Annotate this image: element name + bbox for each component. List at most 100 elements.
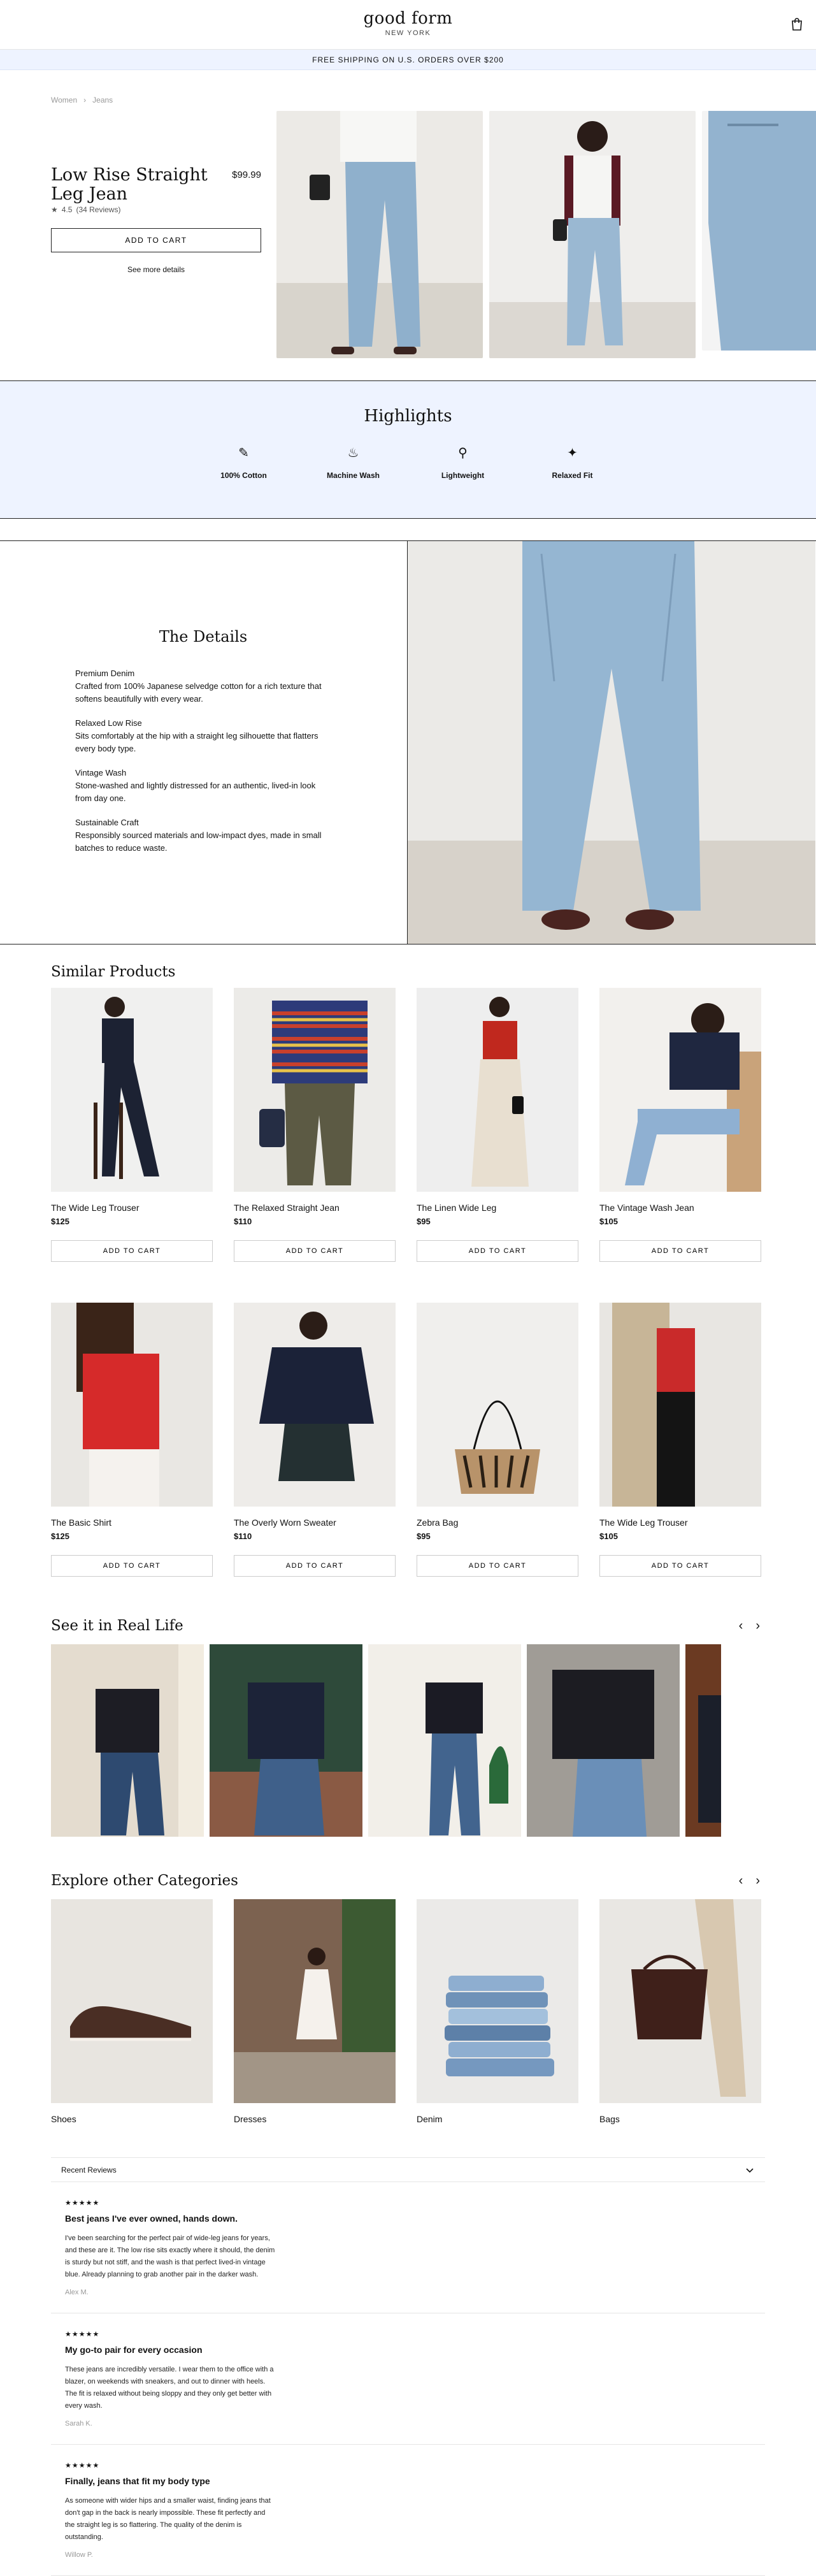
- product-card[interactable]: The Wide Leg Trouser $125 ADD TO CART: [51, 988, 213, 1262]
- reviews-title: Recent Reviews: [61, 2165, 117, 2174]
- add-to-cart-button[interactable]: ADD TO CART: [51, 228, 261, 252]
- category-card-dresses[interactable]: Dresses: [234, 1899, 396, 2124]
- real-life-photo[interactable]: [51, 1644, 204, 1837]
- review-author: Sarah K.: [65, 2420, 92, 2428]
- product-name[interactable]: The Relaxed Straight Jean: [234, 1203, 396, 1213]
- product-image[interactable]: [417, 988, 578, 1192]
- product-name[interactable]: The Wide Leg Trouser: [51, 1203, 213, 1213]
- category-card-denim[interactable]: Denim: [417, 1899, 578, 2124]
- shopping-bag-icon[interactable]: [789, 17, 805, 32]
- review-body: As someone with wider hips and a smaller…: [65, 2497, 271, 2541]
- product-rating[interactable]: ★ 4.5 (34 Reviews): [51, 205, 261, 214]
- highlights-title: Highlights: [364, 407, 452, 426]
- product-image[interactable]: [599, 988, 761, 1192]
- chevron-right-icon[interactable]: ›: [755, 1874, 760, 1888]
- star-icon: ★: [51, 205, 58, 214]
- rating-value: 4.5: [61, 205, 73, 214]
- review-author: Alex M.: [65, 2289, 89, 2296]
- product-image[interactable]: [234, 1303, 396, 1507]
- review-body: I've been searching for the perfect pair…: [65, 2234, 275, 2278]
- product-image[interactable]: [234, 988, 396, 1192]
- product-card[interactable]: Zebra Bag $95 ADD TO CART: [417, 1303, 578, 1577]
- highlight-label: Lightweight: [441, 471, 485, 480]
- breadcrumb-separator-icon: ›: [83, 96, 87, 105]
- brand-name: good form: [363, 9, 453, 28]
- detail-heading: Sustainable Craft: [75, 818, 139, 827]
- add-to-cart-button[interactable]: ADD TO CART: [417, 1240, 578, 1262]
- breadcrumb-women[interactable]: Women: [51, 96, 77, 105]
- chevron-down-icon[interactable]: [745, 2165, 755, 2175]
- review-item: ★★★★★ Best jeans I've ever owned, hands …: [51, 2182, 765, 2313]
- real-life-section: See it in Real Life ‹ ›: [0, 1617, 816, 1837]
- product-image[interactable]: [51, 1303, 213, 1507]
- product-card[interactable]: The Basic Shirt $125 ADD TO CART: [51, 1303, 213, 1577]
- real-life-photo[interactable]: [210, 1644, 362, 1837]
- real-life-carousel: [51, 1644, 816, 1837]
- add-to-cart-button[interactable]: ADD TO CART: [234, 1555, 396, 1577]
- add-to-cart-button[interactable]: ADD TO CART: [599, 1240, 761, 1262]
- category-card-shoes[interactable]: Shoes: [51, 1899, 213, 2124]
- review-count: (34 Reviews): [76, 205, 121, 214]
- product-name[interactable]: The Wide Leg Trouser: [599, 1517, 761, 1528]
- real-life-photo[interactable]: [685, 1644, 721, 1837]
- product-card[interactable]: The Relaxed Straight Jean $110 ADD TO CA…: [234, 988, 396, 1262]
- category-label: Shoes: [51, 2114, 76, 2124]
- product-name[interactable]: The Overly Worn Sweater: [234, 1517, 396, 1528]
- categories-section: Explore other Categories ‹ › Shoes Dress…: [0, 1872, 816, 2124]
- product-image-front[interactable]: [276, 111, 483, 358]
- chevron-left-icon[interactable]: ‹: [739, 1874, 743, 1888]
- product-price: $95: [417, 1217, 431, 1226]
- product-card[interactable]: The Linen Wide Leg $95 ADD TO CART: [417, 988, 578, 1262]
- product-name[interactable]: The Linen Wide Leg: [417, 1203, 578, 1213]
- add-to-cart-button[interactable]: ADD TO CART: [599, 1555, 761, 1577]
- product-image[interactable]: [417, 1303, 578, 1507]
- product-image-model[interactable]: [489, 111, 696, 358]
- real-life-photo[interactable]: [527, 1644, 680, 1837]
- brand-logo[interactable]: good form NEW YORK: [0, 9, 816, 37]
- review-title: Finally, jeans that fit my body type: [65, 2476, 210, 2486]
- detail-text: Stone-washed and lightly distressed for …: [75, 781, 316, 803]
- category-card-bags[interactable]: Bags: [599, 1899, 761, 2124]
- real-life-photo[interactable]: [368, 1644, 521, 1837]
- add-to-cart-button[interactable]: ADD TO CART: [51, 1555, 213, 1577]
- product-card[interactable]: The Overly Worn Sweater $110 ADD TO CART: [234, 1303, 396, 1577]
- product-name[interactable]: The Basic Shirt: [51, 1517, 213, 1528]
- highlight-lightweight: ⚲ Lightweight: [430, 445, 496, 480]
- detail-heading: Vintage Wash: [75, 768, 127, 778]
- details-image: [408, 541, 816, 944]
- product-price: $110: [234, 1217, 252, 1226]
- chevron-right-icon[interactable]: ›: [755, 1619, 760, 1633]
- product-price: $105: [599, 1531, 618, 1541]
- product-grid: The Wide Leg Trouser $125 ADD TO CART Th…: [51, 988, 816, 1617]
- product-card[interactable]: The Wide Leg Trouser $105 ADD TO CART: [599, 1303, 761, 1577]
- product-price: $125: [51, 1217, 69, 1226]
- breadcrumb-jeans[interactable]: Jeans: [92, 96, 113, 105]
- product-image[interactable]: [51, 988, 213, 1192]
- product-name[interactable]: The Vintage Wash Jean: [599, 1203, 761, 1213]
- chevron-left-icon[interactable]: ‹: [739, 1619, 743, 1633]
- similar-products-title: Similar Products: [51, 964, 176, 980]
- reviews-toggle[interactable]: Recent Reviews: [51, 2158, 765, 2182]
- review-body: These jeans are incredibly versatile. I …: [65, 2366, 274, 2410]
- category-image[interactable]: [51, 1899, 213, 2103]
- category-image[interactable]: [599, 1899, 761, 2103]
- see-more-details-link[interactable]: See more details: [51, 265, 261, 274]
- product-image-detail[interactable]: [702, 111, 816, 351]
- category-image[interactable]: [417, 1899, 578, 2103]
- category-label: Denim: [417, 2114, 443, 2124]
- add-to-cart-button[interactable]: ADD TO CART: [234, 1240, 396, 1262]
- detail-text: Responsibly sourced materials and low-im…: [75, 830, 322, 853]
- highlight-wash: ♨ Machine Wash: [320, 445, 387, 480]
- product-name[interactable]: Zebra Bag: [417, 1517, 578, 1528]
- review-title: Best jeans I've ever owned, hands down.: [65, 2213, 238, 2224]
- detail-text: Sits comfortably at the hip with a strai…: [75, 731, 319, 753]
- detail-low-rise: Relaxed Low Rise Sits comfortably at the…: [75, 717, 331, 755]
- review-author: Willow P.: [65, 2551, 93, 2559]
- product-card[interactable]: The Vintage Wash Jean $105 ADD TO CART: [599, 988, 761, 1262]
- category-image[interactable]: [234, 1899, 396, 2103]
- product-image[interactable]: [599, 1303, 761, 1507]
- details-title: The Details: [159, 628, 248, 646]
- add-to-cart-button[interactable]: ADD TO CART: [51, 1240, 213, 1262]
- category-label: Dresses: [234, 2114, 267, 2124]
- add-to-cart-button[interactable]: ADD TO CART: [417, 1555, 578, 1577]
